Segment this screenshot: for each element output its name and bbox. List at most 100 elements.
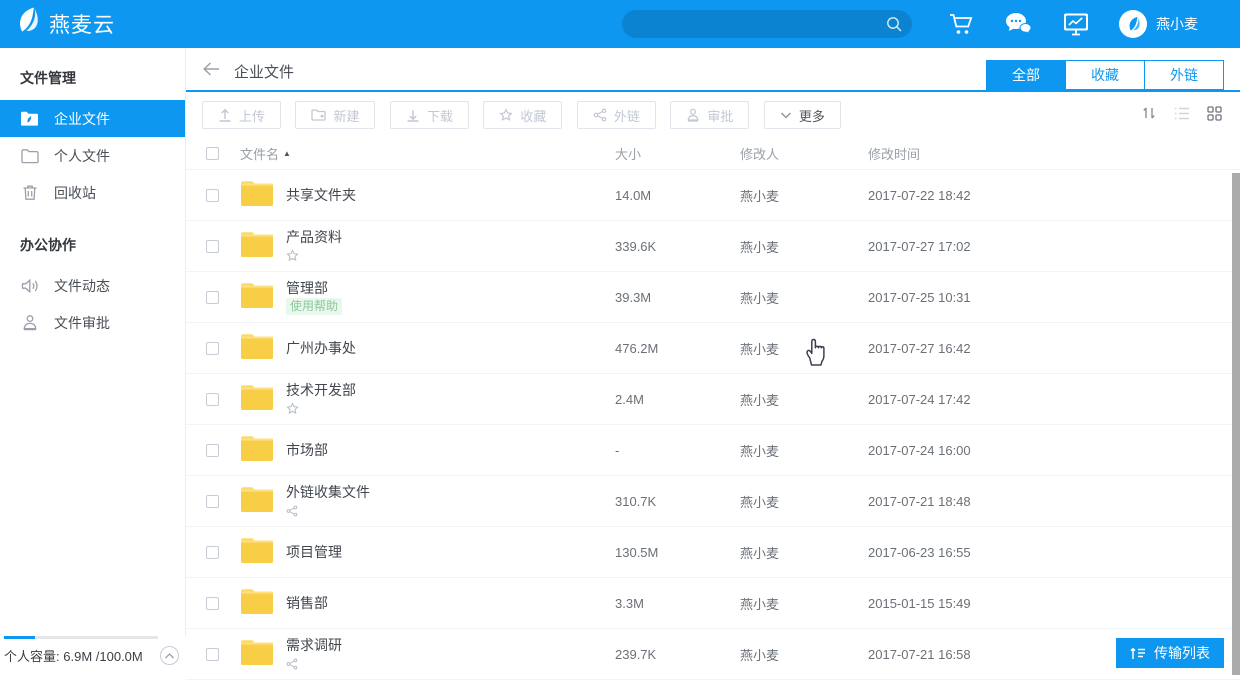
sidebar-item-label: 企业文件	[54, 109, 110, 129]
file-badges	[286, 655, 615, 672]
folder-icon	[240, 332, 286, 365]
row-checkbox[interactable]	[206, 648, 219, 661]
file-time: 2017-07-27 16:42	[868, 341, 1240, 356]
global-search	[622, 10, 912, 38]
row-checkbox[interactable]	[206, 189, 219, 202]
row-checkbox[interactable]	[206, 495, 219, 508]
folder-icon	[240, 434, 286, 467]
file-size: 239.7K	[615, 647, 740, 662]
row-checkbox[interactable]	[206, 597, 219, 610]
file-name[interactable]: 市场部	[286, 441, 615, 459]
table-row[interactable]: 需求调研 239.7K 燕小麦 2017-07-21 16:58	[186, 629, 1240, 680]
file-time: 2017-07-24 17:42	[868, 392, 1240, 407]
enterprise-folder-icon	[20, 110, 39, 127]
grid-view-icon[interactable]	[1207, 106, 1222, 121]
row-checkbox[interactable]	[206, 546, 219, 559]
row-checkbox[interactable]	[206, 444, 219, 457]
table-row[interactable]: 项目管理 130.5M 燕小麦 2017-06-23 16:55	[186, 527, 1240, 578]
file-size: 14.0M	[615, 188, 740, 203]
cart-icon[interactable]	[948, 11, 975, 37]
vertical-scrollbar[interactable]	[1232, 173, 1240, 675]
table-row[interactable]: 管理部 使用帮助 39.3M 燕小麦 2017-07-25 10:31	[186, 272, 1240, 323]
row-checkbox[interactable]	[206, 240, 219, 253]
file-name[interactable]: 需求调研	[286, 636, 615, 654]
column-filename[interactable]: 文件名 ▲	[240, 144, 615, 163]
monitor-icon[interactable]	[1062, 11, 1089, 37]
row-checkbox[interactable]	[206, 342, 219, 355]
column-time: 修改时间	[868, 144, 1240, 163]
table-row[interactable]: 销售部 3.3M 燕小麦 2015-01-15 15:49	[186, 578, 1240, 629]
main-area: 企业文件 全部 收藏 外链 上传 新建 下载	[186, 48, 1240, 675]
file-name[interactable]: 共享文件夹	[286, 186, 615, 204]
file-name[interactable]: 产品资料	[286, 228, 615, 246]
folder-icon	[240, 587, 286, 620]
sidebar-item-recycle-bin[interactable]: 回收站	[0, 174, 185, 211]
collapse-up-icon[interactable]	[160, 646, 179, 665]
avatar[interactable]	[1119, 10, 1147, 38]
file-size: -	[615, 443, 740, 458]
search-icon[interactable]	[885, 15, 903, 38]
file-time: 2017-07-21 18:48	[868, 494, 1240, 509]
file-size: 310.7K	[615, 494, 740, 509]
favorite-button[interactable]: 收藏	[483, 101, 562, 129]
upload-icon	[218, 108, 232, 122]
tab-all[interactable]: 全部	[986, 60, 1066, 90]
chat-icon[interactable]	[1005, 11, 1032, 37]
header-actions: 燕小麦	[918, 0, 1240, 48]
file-modifier: 燕小麦	[740, 186, 868, 205]
more-button[interactable]: 更多	[764, 101, 841, 129]
file-name[interactable]: 技术开发部	[286, 381, 615, 399]
breadcrumb-bar: 企业文件 全部 收藏 外链	[186, 48, 1240, 92]
column-modifier: 修改人	[740, 144, 868, 163]
new-folder-button[interactable]: 新建	[295, 101, 375, 129]
file-name[interactable]: 项目管理	[286, 543, 615, 561]
transfer-list-button[interactable]: 传输列表	[1116, 638, 1224, 668]
file-modifier: 燕小麦	[740, 492, 868, 511]
file-modifier: 燕小麦	[740, 237, 868, 256]
table-row[interactable]: 产品资料 339.6K 燕小麦 2017-07-27 17:02	[186, 221, 1240, 272]
tab-favorites[interactable]: 收藏	[1065, 60, 1145, 90]
table-row[interactable]: 市场部 - 燕小麦 2017-07-24 16:00	[186, 425, 1240, 476]
list-view-icon[interactable]	[1174, 107, 1190, 120]
file-size: 339.6K	[615, 239, 740, 254]
sidebar-item-label: 文件审批	[54, 313, 110, 333]
file-size: 130.5M	[615, 545, 740, 560]
file-name[interactable]: 广州办事处	[286, 339, 615, 357]
file-name[interactable]: 管理部	[286, 279, 615, 297]
file-time: 2017-07-25 10:31	[868, 290, 1240, 305]
back-icon[interactable]	[202, 61, 221, 82]
table-row[interactable]: 广州办事处 476.2M 燕小麦 2017-07-27 16:42	[186, 323, 1240, 374]
select-all-checkbox[interactable]	[206, 147, 219, 160]
row-checkbox[interactable]	[206, 393, 219, 406]
external-link-button[interactable]: 外链	[577, 101, 656, 129]
download-button[interactable]: 下载	[390, 101, 469, 129]
download-icon	[406, 108, 420, 122]
search-input[interactable]	[622, 10, 912, 38]
row-checkbox[interactable]	[206, 291, 219, 304]
upload-button[interactable]: 上传	[202, 101, 281, 129]
sidebar-section-file-management: 文件管理	[0, 48, 185, 100]
table-header: 文件名 ▲ 大小 修改人 修改时间	[186, 138, 1240, 170]
file-time: 2015-01-15 15:49	[868, 596, 1240, 611]
user-name[interactable]: 燕小麦	[1156, 14, 1198, 34]
sidebar-item-enterprise-files[interactable]: 企业文件	[0, 100, 185, 137]
sidebar-item-file-approval[interactable]: 文件审批	[0, 304, 185, 341]
tab-external-links[interactable]: 外链	[1144, 60, 1224, 90]
help-tag: 使用帮助	[286, 298, 342, 315]
sidebar-item-personal-files[interactable]: 个人文件	[0, 137, 185, 174]
share-badge-icon	[286, 658, 298, 670]
sort-order-icon[interactable]	[1141, 105, 1157, 121]
file-name[interactable]: 外链收集文件	[286, 483, 615, 501]
table-row[interactable]: 技术开发部 2.4M 燕小麦 2017-07-24 17:42	[186, 374, 1240, 425]
folder-icon	[240, 536, 286, 569]
approve-button[interactable]: 审批	[670, 101, 749, 129]
table-row[interactable]: 外链收集文件 310.7K 燕小麦 2017-07-21 18:48	[186, 476, 1240, 527]
file-name[interactable]: 销售部	[286, 594, 615, 612]
sidebar-item-label: 文件动态	[54, 276, 110, 296]
file-badges	[286, 247, 615, 264]
brand-logo[interactable]: 燕麦云	[14, 7, 115, 41]
table-row[interactable]: 共享文件夹 14.0M 燕小麦 2017-07-22 18:42	[186, 170, 1240, 221]
sidebar-item-file-activity[interactable]: 文件动态	[0, 267, 185, 304]
file-badges	[286, 502, 615, 519]
page-title: 企业文件	[234, 61, 294, 82]
